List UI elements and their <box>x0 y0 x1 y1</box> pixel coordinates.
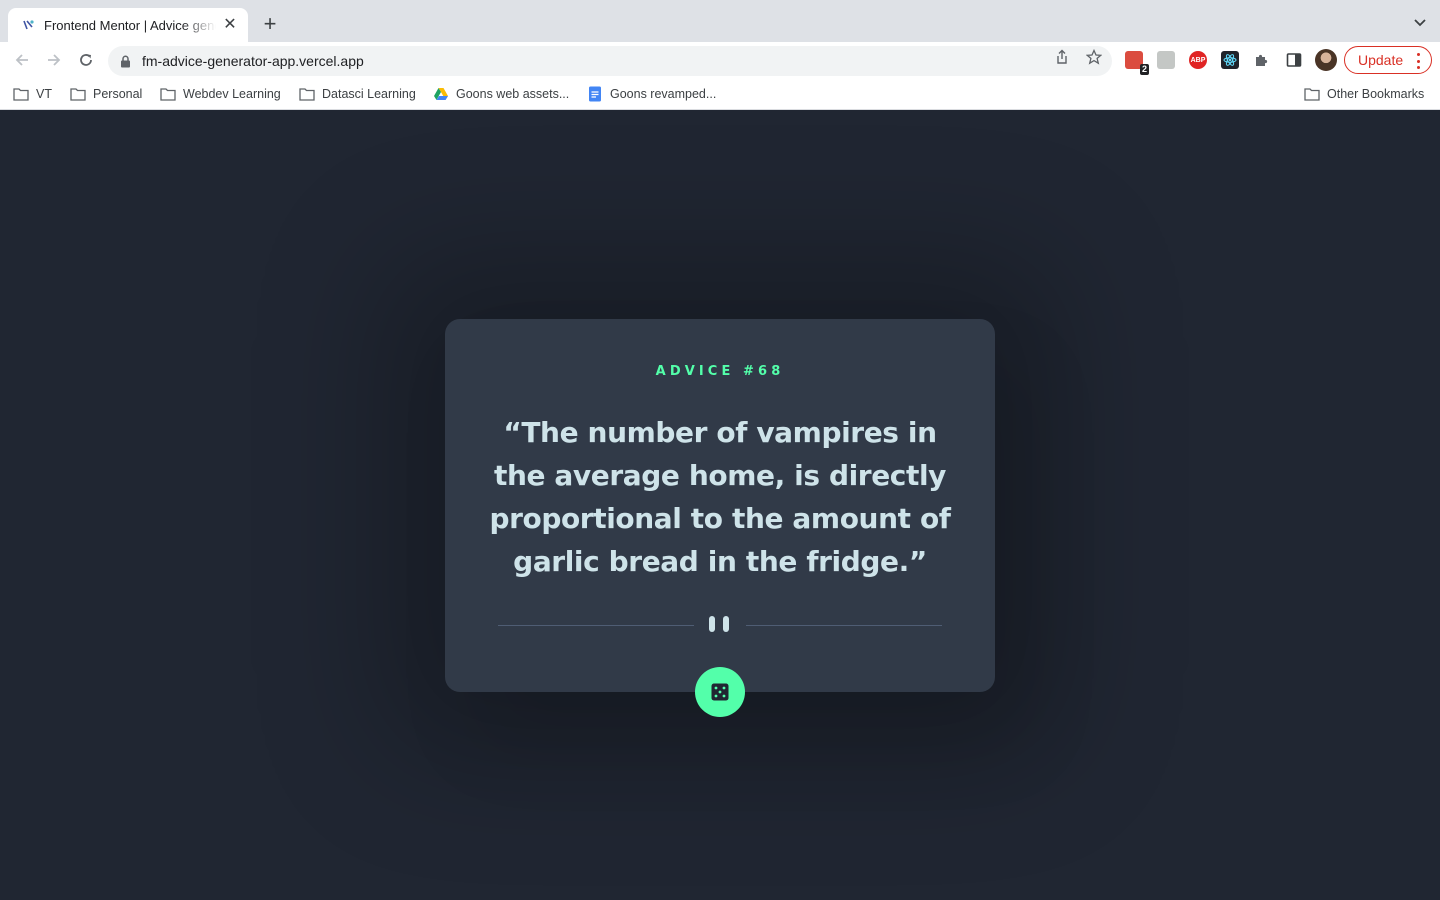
todoist-extension-icon[interactable]: 2 <box>1125 51 1149 75</box>
google-docs-icon <box>589 86 601 102</box>
react-devtools-icon[interactable] <box>1221 51 1239 69</box>
reload-button[interactable] <box>74 48 98 72</box>
bookmark-label: Goons revamped... <box>610 87 717 101</box>
bookmark-datasci-learning[interactable]: Datasci Learning <box>299 85 416 103</box>
folder-icon <box>13 88 29 101</box>
back-button[interactable] <box>10 48 34 72</box>
bookmark-goons-web-assets[interactable]: Goons web assets... <box>433 85 569 103</box>
other-bookmarks-label: Other Bookmarks <box>1327 87 1425 101</box>
bookmark-label: Goons web assets... <box>456 87 570 101</box>
advice-card: ADVICE #68 “The number of vampires in th… <box>445 319 995 717</box>
reload-icon <box>80 54 92 66</box>
side-panel-icon[interactable] <box>1286 52 1302 68</box>
extensions-puzzle-icon[interactable] <box>1254 52 1270 68</box>
page-viewport: ADVICE #68 “The number of vampires in th… <box>0 111 1440 900</box>
tab-title: Frontend Mentor | Advice generator app <box>44 17 216 33</box>
abp-label: ABP <box>1190 56 1206 64</box>
close-tab-icon[interactable]: ✕ <box>222 17 238 33</box>
share-icon[interactable] <box>1054 49 1070 65</box>
update-label: Update <box>1358 52 1404 68</box>
bookmark-label: Personal <box>93 87 143 101</box>
dice-icon <box>711 683 729 701</box>
new-tab-button[interactable]: + <box>258 12 282 36</box>
puzzle-extension-icon[interactable] <box>1157 51 1175 69</box>
frontend-mentor-favicon-icon <box>20 17 36 33</box>
folder-icon <box>1304 88 1320 101</box>
folder-icon <box>70 88 86 101</box>
browser-tab[interactable]: Frontend Mentor | Advice generator app ✕ <box>8 8 248 42</box>
bookmark-vt[interactable]: VT <box>13 85 52 103</box>
bookmark-star-icon[interactable] <box>1086 49 1102 65</box>
pause-icon <box>709 616 731 634</box>
bookmark-label: Datasci Learning <box>322 87 416 101</box>
pattern-divider <box>498 616 942 634</box>
bookmark-label: Webdev Learning <box>183 87 281 101</box>
bookmark-goons-revamped[interactable]: Goons revamped... <box>587 85 716 103</box>
bookmark-webdev-learning[interactable]: Webdev Learning <box>160 85 281 103</box>
extension-badge: 2 <box>1139 64 1149 75</box>
more-menu-icon[interactable] <box>1417 53 1421 69</box>
url-text: fm-advice-generator-app.vercel.app <box>142 53 364 69</box>
generate-advice-button[interactable] <box>695 667 745 717</box>
folder-icon <box>299 88 315 101</box>
browser-toolbar: fm-advice-generator-app.vercel.app 2 ABP… <box>0 42 1440 78</box>
profile-avatar[interactable] <box>1315 49 1337 71</box>
back-arrow-icon <box>15 54 28 66</box>
address-bar[interactable]: fm-advice-generator-app.vercel.app <box>108 46 1112 76</box>
folder-icon <box>160 88 176 101</box>
forward-button[interactable] <box>42 48 66 72</box>
divider-line-right <box>746 625 942 626</box>
update-button[interactable]: Update <box>1344 46 1432 74</box>
forward-arrow-icon <box>48 54 61 66</box>
tab-search-chevron-icon[interactable] <box>1412 14 1428 30</box>
google-drive-icon <box>434 88 448 100</box>
other-bookmarks[interactable]: Other Bookmarks <box>1304 85 1424 103</box>
tab-strip: Frontend Mentor | Advice generator app ✕… <box>0 0 1440 42</box>
advice-heading: ADVICE #68 <box>655 364 785 379</box>
divider-line-left <box>498 625 694 626</box>
bookmark-label: VT <box>36 87 52 101</box>
bookmark-personal[interactable]: Personal <box>70 85 142 103</box>
advice-quote: “The number of vampires in the average h… <box>489 416 951 578</box>
bookmarks-bar: VT Personal Webdev Learning Datasci Lear… <box>0 78 1440 110</box>
adblock-plus-icon[interactable]: ABP <box>1189 51 1207 69</box>
lock-icon <box>120 54 132 68</box>
